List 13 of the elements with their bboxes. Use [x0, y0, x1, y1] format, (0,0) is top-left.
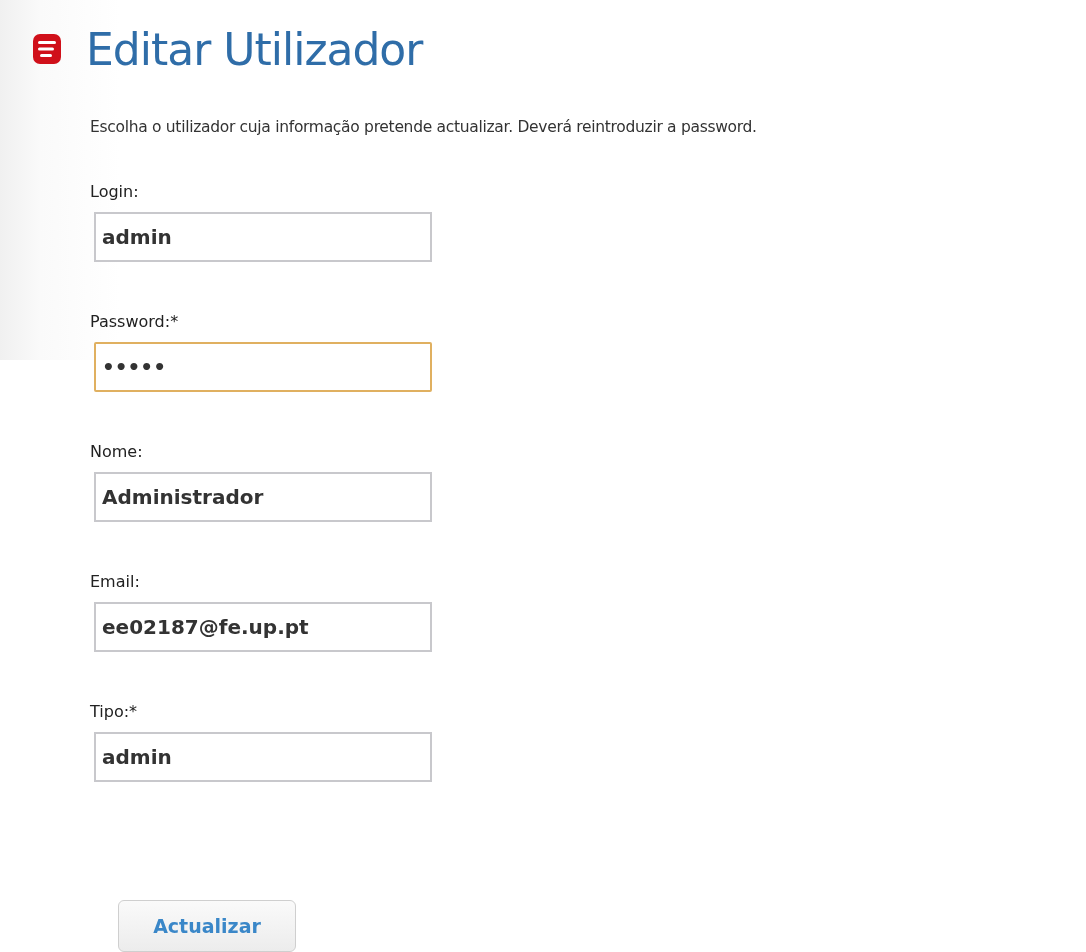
input-field[interactable]: Administrador	[94, 472, 432, 522]
input-field[interactable]: admin	[94, 732, 432, 782]
logo-icon	[32, 33, 62, 65]
input-field[interactable]: admin	[94, 212, 432, 262]
field-label: Login:	[90, 182, 139, 202]
field-label: Email:	[90, 572, 140, 592]
input-field[interactable]: •••••	[94, 342, 432, 392]
input-field[interactable]: ee02187@fe.up.pt	[94, 602, 432, 652]
page-title: Editar Utilizador	[86, 23, 423, 75]
field-label: Password:*	[90, 312, 179, 332]
field-label: Nome:	[90, 442, 143, 462]
description-text: Escolha o utilizador cuja informação pretende actualizar. Deverá reintroduzir a password.	[90, 118, 758, 136]
field-label: Tipo:*	[90, 702, 138, 722]
